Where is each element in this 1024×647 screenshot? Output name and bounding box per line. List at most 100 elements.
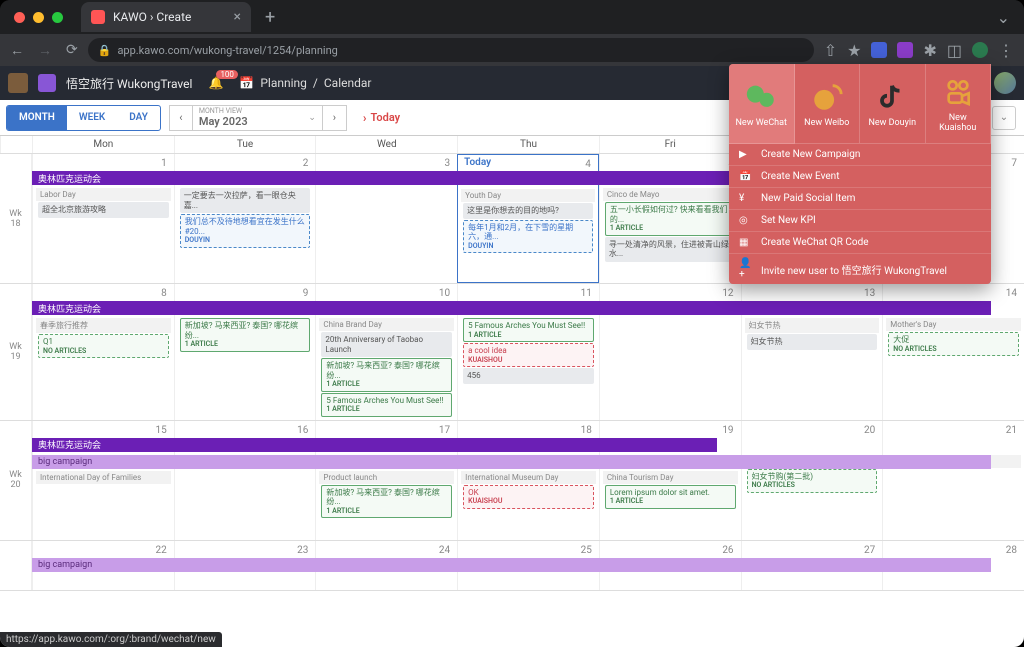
- window-close[interactable]: [14, 12, 25, 23]
- popup-platform-weibo[interactable]: New Weibo: [795, 64, 861, 144]
- calendar-event[interactable]: 20th Anniversary of Taobao Launch: [321, 332, 452, 357]
- calendar-cell[interactable]: 21Grain Buds: [882, 421, 1024, 540]
- tab-close-icon[interactable]: ×: [234, 9, 241, 25]
- day-number: 1: [35, 156, 172, 171]
- popup-action[interactable]: ▦Create WeChat QR Code: [729, 232, 991, 254]
- breadcrumb-section[interactable]: Planning: [260, 76, 307, 90]
- app-logo[interactable]: [8, 73, 28, 93]
- view-week-button[interactable]: WEEK: [67, 106, 117, 130]
- holiday-label: Product launch: [319, 471, 454, 484]
- campaign-bar[interactable]: big campaign: [32, 455, 991, 469]
- calendar-event[interactable]: 每年1月和2月，在下雪的星期六，通...DOUYIN: [463, 220, 593, 254]
- popup-action[interactable]: 📅Create New Event: [729, 166, 991, 188]
- menu-icon[interactable]: ⋮: [998, 41, 1014, 60]
- calendar-event[interactable]: OKKUAISHOU: [463, 485, 594, 509]
- calendar-event[interactable]: Q1NO ARTICLES: [38, 334, 169, 358]
- day-header: Mon: [32, 136, 174, 153]
- day-number: 18: [460, 423, 597, 438]
- extensions-icon[interactable]: ✱: [923, 41, 936, 60]
- holiday-label: International Museum Day: [461, 471, 596, 484]
- day-number: 10: [318, 286, 455, 301]
- user-avatar[interactable]: [994, 72, 1016, 94]
- nav-reload-icon[interactable]: ⟳: [66, 42, 78, 59]
- calendar-cell[interactable]: 20"I Love You" Day妇女节购(第二批)NO ARTICLES: [741, 421, 883, 540]
- filter-button[interactable]: ⌄: [992, 106, 1016, 130]
- nav-forward-icon[interactable]: →: [38, 42, 52, 59]
- popup-action[interactable]: ▶Create New Campaign: [729, 144, 991, 166]
- apps-icon[interactable]: ◫: [947, 41, 962, 60]
- campaign-bar[interactable]: 奥林匹克运动会: [32, 438, 717, 452]
- favicon: [91, 10, 105, 24]
- popup-action[interactable]: ◎Set New KPI: [729, 210, 991, 232]
- today-button[interactable]: › Today: [353, 105, 410, 131]
- popup-action[interactable]: 👤+Invite new user to 悟空旅行 WukongTravel: [729, 254, 991, 284]
- campaign-bar[interactable]: big campaign: [32, 558, 991, 572]
- calendar-event[interactable]: 这里是你想去的目的地吗?: [463, 203, 593, 219]
- popup-platform-wechat[interactable]: New WeChat: [729, 64, 795, 144]
- wechat-icon: [744, 80, 778, 114]
- address-bar[interactable]: 🔒 app.kawo.com/wukong-travel/1254/planni…: [88, 38, 814, 62]
- month-selector-label: MONTH VIEW: [199, 107, 316, 115]
- calendar-event[interactable]: 5 Famous Arches You Must See!!1 ARTICLE: [463, 318, 594, 342]
- day-number: 19: [602, 423, 739, 438]
- calendar-event[interactable]: 妇女节购(第二批)NO ARTICLES: [747, 469, 878, 493]
- holiday-label: International Day of Families: [36, 471, 171, 484]
- day-number: 14: [885, 286, 1022, 301]
- calendar-event[interactable]: 456: [463, 368, 594, 384]
- month-selector[interactable]: MONTH VIEW May 2023 ⌄: [193, 105, 323, 131]
- calendar-event[interactable]: 5 Famous Arches You Must See!!1 ARTICLE: [321, 393, 452, 417]
- star-icon[interactable]: ★: [847, 41, 861, 60]
- window-minimize[interactable]: [33, 12, 44, 23]
- holiday-label: 春季旅行推荐: [36, 318, 171, 333]
- calendar-event[interactable]: a cool ideaKUAISHOU: [463, 343, 594, 367]
- chevron-down-icon[interactable]: ⌄: [997, 8, 1010, 27]
- nav-back-icon[interactable]: ←: [10, 42, 24, 59]
- day-number: 26: [602, 543, 739, 558]
- today-label: Today: [464, 157, 491, 168]
- day-number: 2: [177, 156, 314, 171]
- holiday-label: China Brand Day: [319, 318, 454, 331]
- calendar-event[interactable]: Lorem ipsum dolor sit amet.1 ARTICLE: [605, 485, 736, 509]
- kuaishou-icon: [941, 75, 975, 109]
- profile-icon[interactable]: [972, 42, 988, 58]
- browser-tab[interactable]: KAWO › Create ×: [81, 2, 251, 32]
- week-label: [0, 541, 32, 590]
- calendar-event[interactable]: 妇女节热: [747, 334, 878, 350]
- day-number: 3: [318, 156, 455, 171]
- popup-platform-douyin[interactable]: New Douyin: [860, 64, 926, 144]
- brand-badge[interactable]: [38, 74, 56, 92]
- day-header: Tue: [174, 136, 316, 153]
- calendar-event[interactable]: 大促NO ARTICLES: [888, 332, 1019, 356]
- share-icon[interactable]: ⇧: [824, 41, 837, 60]
- popup-action-label: Set New KPI: [761, 215, 816, 226]
- douyin-icon: [875, 80, 909, 114]
- calendar-event[interactable]: 寻一处清净的风景，住进被青山绿水...: [605, 237, 736, 262]
- calendar-event[interactable]: 超全北京旅游攻略: [38, 202, 169, 218]
- popup-action[interactable]: ¥New Paid Social Item: [729, 188, 991, 210]
- day-number: 16: [177, 423, 314, 438]
- window-maximize[interactable]: [52, 12, 63, 23]
- view-day-button[interactable]: DAY: [117, 106, 160, 130]
- campaign-bar[interactable]: 奥林匹克运动会: [32, 301, 991, 315]
- day-number: 22: [35, 543, 172, 558]
- calendar-event[interactable]: 新加坡? 马来西亚? 泰国? 哪花缤纷...1 ARTICLE: [321, 485, 452, 519]
- status-bar-url: https://app.kawo.com/:org/:brand/wechat/…: [0, 632, 222, 647]
- calendar-event[interactable]: 一定要去一次拉萨，看一眼仓央嘉...: [180, 188, 311, 213]
- calendar-event[interactable]: 新加坡? 马来西亚? 泰国? 哪花缤纷...1 ARTICLE: [180, 318, 311, 352]
- calendar-event[interactable]: 我们总不及待地想看宜在发生什么#20...DOUYIN: [180, 214, 311, 248]
- calendar-event[interactable]: 新加坡? 马来西亚? 泰国? 哪花缤纷...1 ARTICLE: [321, 358, 452, 392]
- day-header: Wed: [315, 136, 457, 153]
- brand-name[interactable]: 悟空旅行 WukongTravel: [66, 75, 192, 92]
- tab-title: KAWO › Create: [113, 10, 191, 24]
- breadcrumb-page[interactable]: Calendar: [324, 76, 372, 90]
- extension-icon[interactable]: [897, 42, 913, 58]
- currency-icon: ¥: [739, 193, 753, 204]
- new-tab-button[interactable]: +: [265, 7, 275, 28]
- next-month-button[interactable]: ›: [323, 105, 347, 131]
- calendar-event[interactable]: 五一小长假如何过? 快来看看我们的...1 ARTICLE: [605, 202, 736, 236]
- prev-month-button[interactable]: ‹: [169, 105, 193, 131]
- popup-platform-kuaishou[interactable]: New Kuaishou: [926, 64, 992, 144]
- view-month-button[interactable]: MONTH: [7, 106, 67, 130]
- create-menu-popup: New WeChatNew WeiboNew DouyinNew Kuaisho…: [729, 64, 991, 284]
- extension-icon[interactable]: [871, 42, 887, 58]
